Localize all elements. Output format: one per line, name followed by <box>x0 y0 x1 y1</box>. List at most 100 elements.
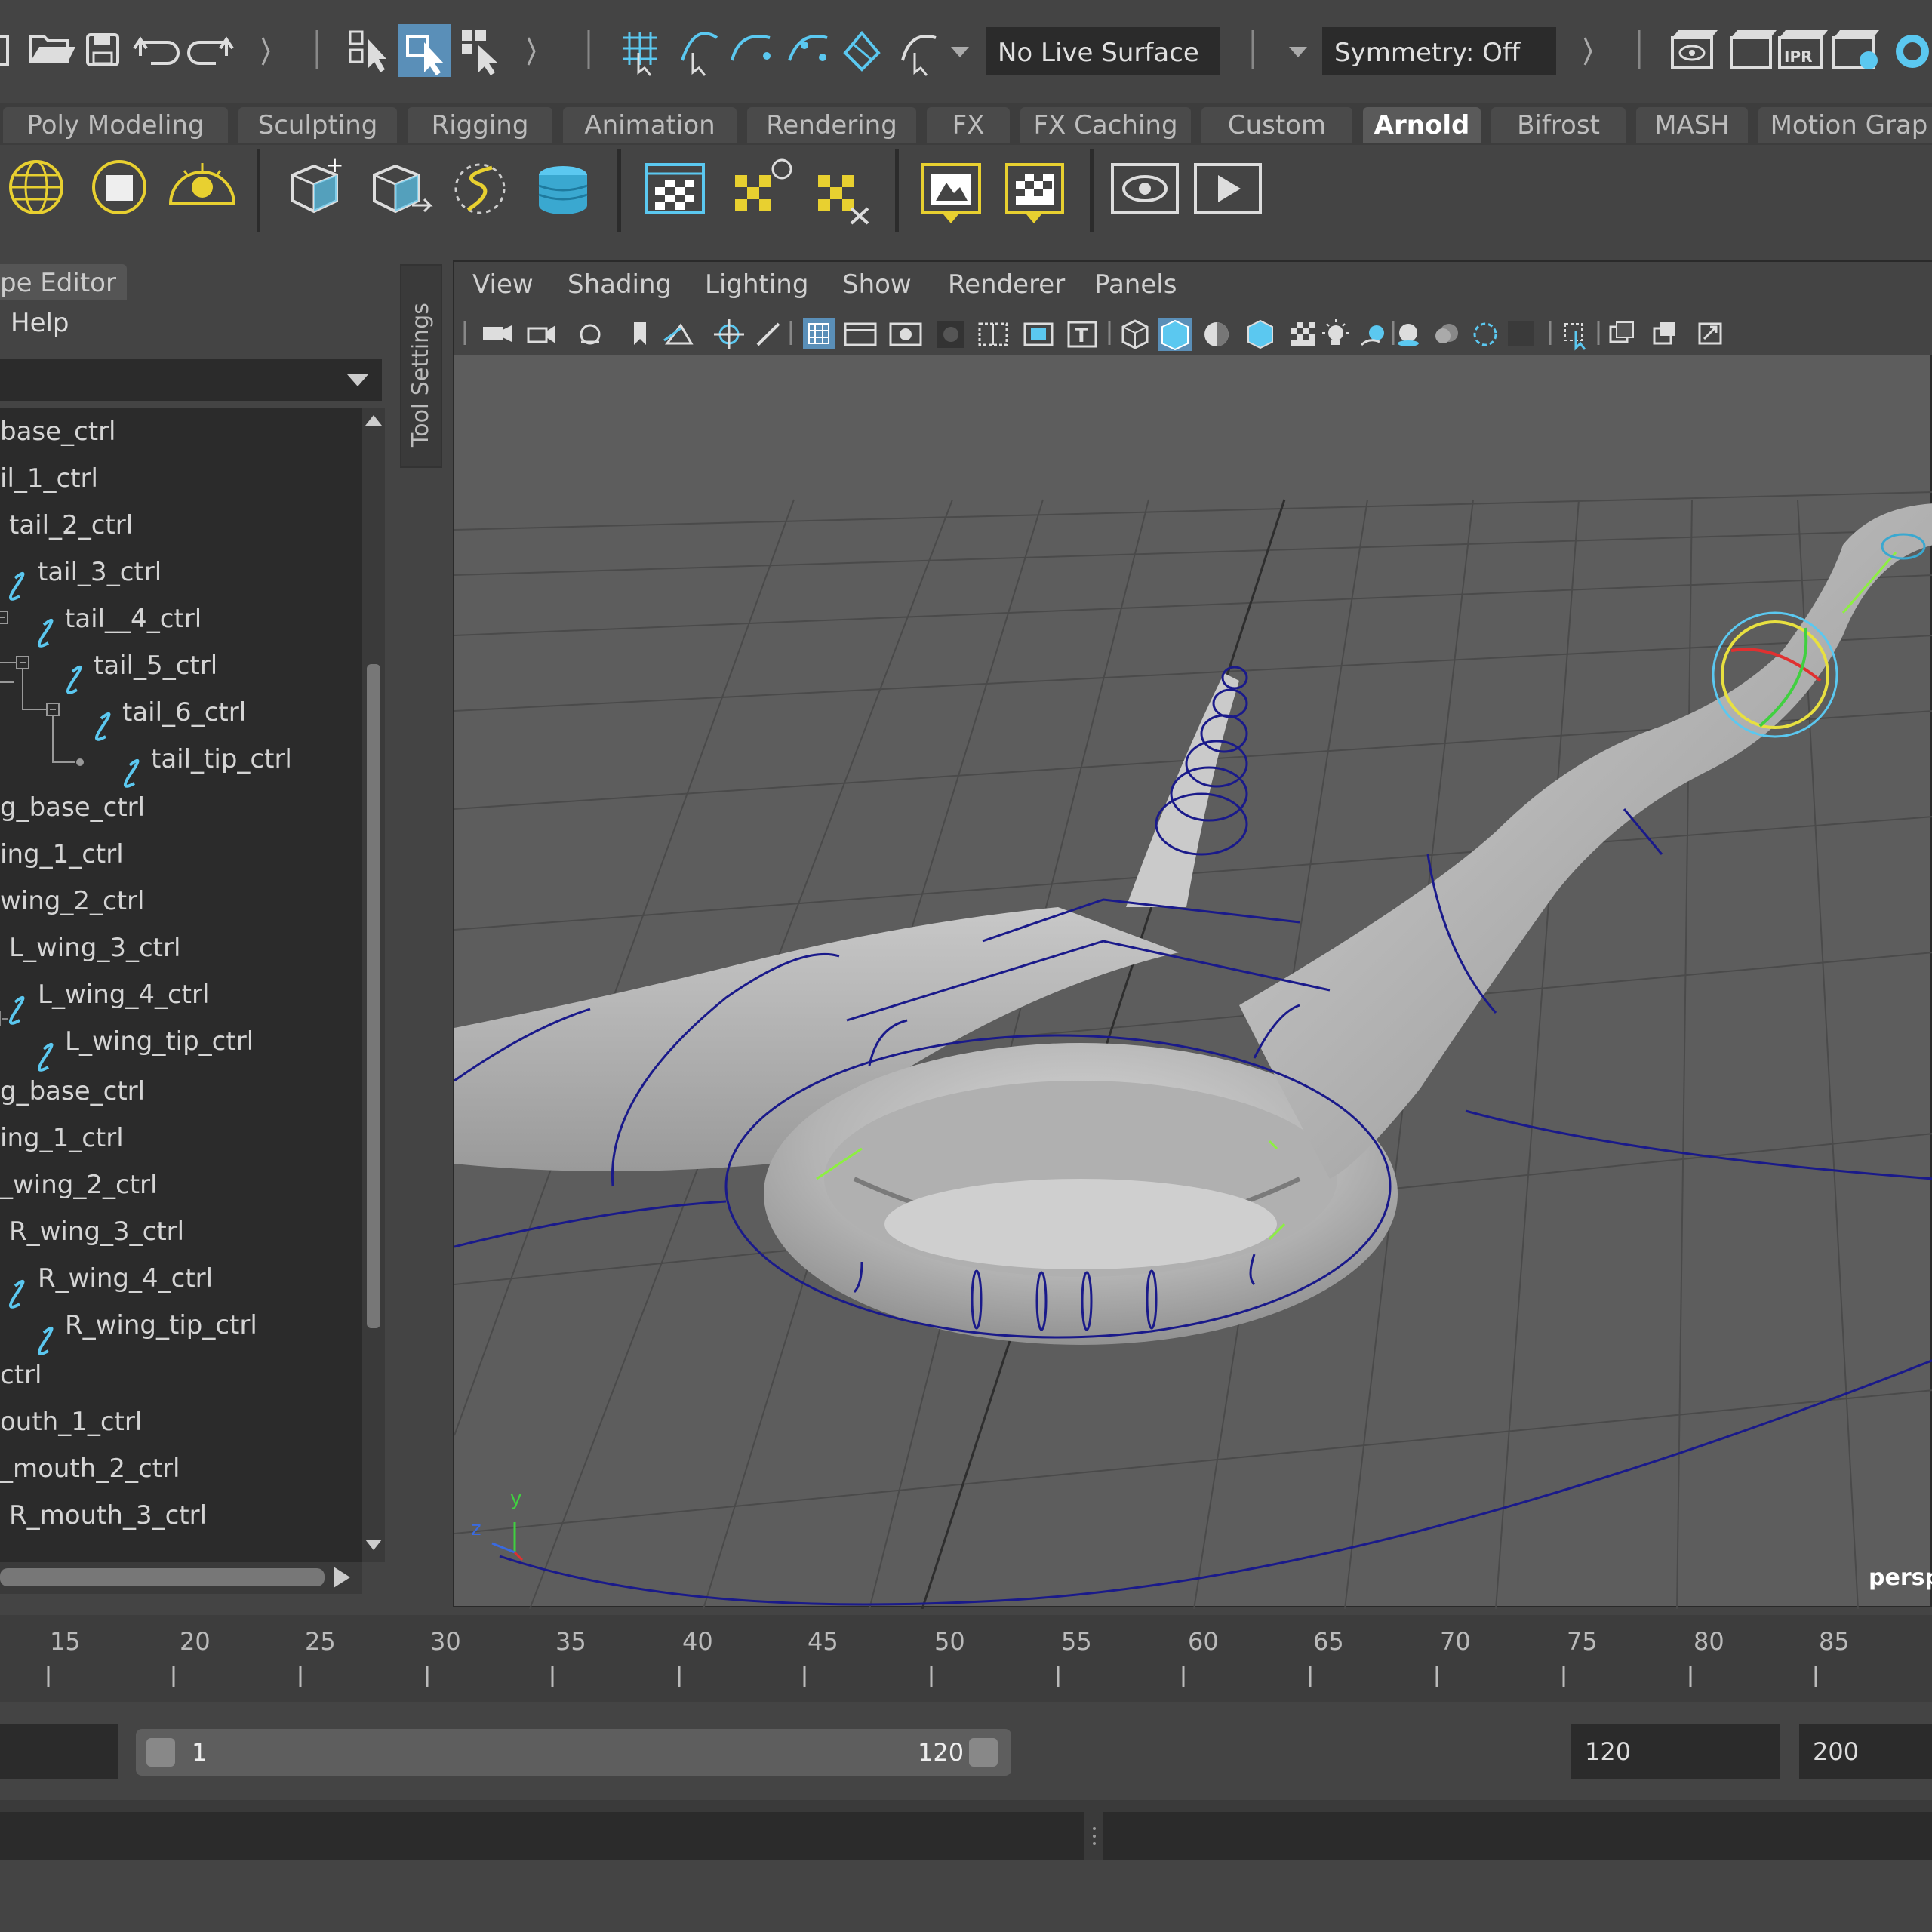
safe-action-icon[interactable] <box>1023 322 1054 346</box>
isolate-select-icon[interactable] <box>1564 323 1586 351</box>
skydome-light-icon[interactable] <box>9 160 63 214</box>
flush-texture-cache-icon[interactable] <box>735 158 792 211</box>
preview-icon[interactable] <box>1111 163 1179 214</box>
snap-to-point-icon[interactable] <box>731 35 771 61</box>
tab-custom[interactable]: Custom <box>1201 107 1352 143</box>
menu-show[interactable]: Show <box>842 269 912 300</box>
2d-pan-zoom-icon[interactable] <box>714 319 744 349</box>
start-time-field[interactable] <box>0 1724 118 1779</box>
smooth-shade-icon[interactable] <box>1161 319 1189 351</box>
redo-icon[interactable] <box>187 36 234 65</box>
list-item[interactable]: tail_6_ctrl <box>122 697 246 728</box>
list-item[interactable]: outh_1_ctrl <box>0 1407 142 1437</box>
scroll-down-icon[interactable] <box>365 1540 382 1550</box>
wireframe-on-shaded-icon[interactable] <box>1247 319 1273 349</box>
list-item[interactable]: tail__4_ctrl <box>65 604 202 634</box>
tab-fx[interactable]: FX <box>927 107 1010 143</box>
open-scene-icon[interactable] <box>29 35 75 63</box>
range-end-handle[interactable] <box>969 1738 998 1767</box>
range-start-handle[interactable] <box>146 1738 175 1767</box>
list-item[interactable]: il_1_ctrl <box>0 463 98 494</box>
scrollbar-thumb[interactable] <box>0 1568 325 1586</box>
curve-collector-icon[interactable] <box>454 163 506 214</box>
chevron-down-icon[interactable] <box>951 47 969 57</box>
splitter-handle[interactable] <box>1087 1823 1102 1853</box>
list-item[interactable]: base_ctrl <box>0 417 116 447</box>
list-item[interactable]: R_mouth_3_ctrl <box>9 1500 207 1531</box>
menu-help[interactable]: Help <box>11 308 69 338</box>
xray-icon[interactable] <box>1609 321 1634 343</box>
tab-mash[interactable]: MASH <box>1636 107 1748 143</box>
command-input[interactable] <box>0 1812 1084 1860</box>
area-light-icon[interactable] <box>92 160 146 214</box>
expand-toggle[interactable] <box>0 611 8 624</box>
wireframe-icon[interactable] <box>1121 319 1149 349</box>
viewport-persp[interactable]: y z persp <box>453 260 1932 1609</box>
tab-fx-caching[interactable]: FX Caching <box>1020 107 1191 143</box>
render-settings-icon[interactable] <box>1832 30 1879 69</box>
list-item[interactable]: L_wing_tip_ctrl <box>65 1026 254 1057</box>
tab-sculpting[interactable]: Sculpting <box>238 107 397 143</box>
menu-panels[interactable]: Panels <box>1094 269 1177 300</box>
menu-lighting[interactable]: Lighting <box>705 269 808 300</box>
snap-to-grid-icon[interactable] <box>623 32 657 76</box>
max-time-field[interactable]: 200 <box>1799 1724 1932 1779</box>
tab-poly-modeling[interactable]: Poly Modeling <box>3 107 228 143</box>
undo-icon[interactable] <box>133 36 180 65</box>
list-item[interactable]: g_base_ctrl <box>0 1076 145 1106</box>
vertical-scrollbar[interactable] <box>362 408 385 1562</box>
bookmark-camera-icon[interactable] <box>580 324 601 345</box>
horizontal-scrollbar[interactable] <box>0 1562 362 1594</box>
xray-joints-icon[interactable] <box>1653 322 1675 345</box>
grid-toggle-button[interactable] <box>803 318 835 349</box>
texture-manager-icon[interactable] <box>921 163 981 223</box>
scrollbar-thumb[interactable] <box>367 664 380 1328</box>
tab-rigging[interactable]: Rigging <box>408 107 552 143</box>
menu-shading[interactable]: Shading <box>568 269 672 300</box>
render-frame-icon[interactable] <box>1730 30 1777 69</box>
render-view-icon[interactable] <box>645 163 705 214</box>
expand-toggle[interactable] <box>16 656 29 669</box>
anti-aliasing-icon[interactable] <box>1473 322 1497 346</box>
export-standin-icon[interactable] <box>373 164 433 214</box>
resolution-gate-icon[interactable] <box>889 322 922 346</box>
scroll-right-icon[interactable] <box>334 1567 350 1588</box>
list-item[interactable]: g_base_ctrl <box>0 792 145 823</box>
viewport-canvas[interactable] <box>454 262 1932 1609</box>
select-by-component-icon[interactable] <box>462 30 498 75</box>
scroll-up-icon[interactable] <box>365 415 382 426</box>
volume-icon[interactable] <box>538 166 588 214</box>
end-time-field[interactable]: 120 <box>1571 1724 1780 1779</box>
grease-pencil-icon[interactable] <box>756 322 780 346</box>
hypershade-icon[interactable] <box>1896 35 1929 68</box>
bookmark-icon[interactable] <box>634 322 646 345</box>
menu-renderer[interactable]: Renderer <box>948 269 1065 300</box>
list-item[interactable]: tail_5_ctrl <box>94 651 217 681</box>
tool-settings-tab[interactable]: Tool Settings <box>400 264 442 468</box>
safe-title-icon[interactable]: T <box>1067 321 1097 348</box>
expand-toggle[interactable] <box>46 703 60 716</box>
list-item[interactable]: L_wing_4_ctrl <box>38 980 209 1010</box>
flush-all-caches-icon[interactable] <box>818 175 869 225</box>
default-material-icon[interactable] <box>1204 322 1229 346</box>
screen-space-ao-icon[interactable] <box>1398 324 1419 346</box>
tx-manager-icon[interactable] <box>1005 163 1064 223</box>
tab-animation[interactable]: Animation <box>563 107 737 143</box>
menu-view[interactable]: View <box>472 269 534 300</box>
list-item[interactable]: ctrl <box>0 1360 42 1390</box>
camera-attributes-icon[interactable] <box>527 325 555 343</box>
image-plane-icon[interactable] <box>663 323 694 345</box>
list-item[interactable]: _mouth_2_ctrl <box>0 1454 180 1484</box>
list-item[interactable]: L_wing_3_ctrl <box>9 933 180 963</box>
snap-to-curve-icon[interactable] <box>681 32 718 76</box>
time-slider[interactable]: 15 20 25 30 35 40 45 50 55 60 65 70 75 8… <box>0 1615 1932 1702</box>
chevron-down-icon[interactable] <box>1289 47 1307 57</box>
list-item[interactable]: R_wing_4_ctrl <box>38 1263 213 1294</box>
list-item[interactable]: tail_2_ctrl <box>9 510 133 540</box>
list-item[interactable]: tail_3_ctrl <box>38 557 162 587</box>
film-gate-icon[interactable] <box>844 322 877 346</box>
list-item[interactable]: tail_tip_ctrl <box>151 744 292 774</box>
snap-to-view-plane-icon[interactable] <box>788 35 828 61</box>
tab-arnold[interactable]: Arnold <box>1363 107 1481 143</box>
snap-to-projected-center-icon[interactable] <box>843 30 881 72</box>
